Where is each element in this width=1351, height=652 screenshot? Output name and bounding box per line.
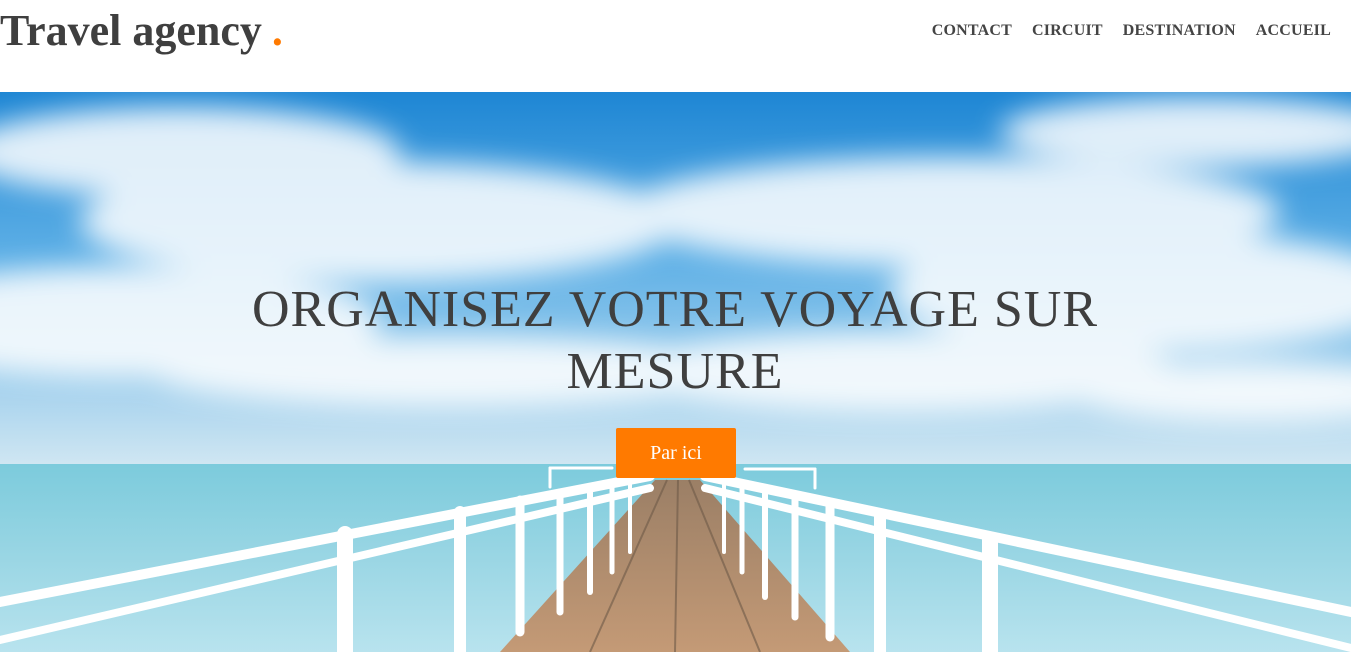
hero-title: ORGANISEZ VOTRE VOYAGE SUR MESURE <box>251 280 1098 400</box>
nav-item-destination[interactable]: DESTINATION <box>1123 20 1236 42</box>
logo-text: Travel agency <box>0 6 262 55</box>
cta-button[interactable]: Par ici <box>616 428 736 478</box>
logo-dot: . <box>271 6 283 55</box>
nav-item-contact[interactable]: CONTACT <box>932 20 1012 42</box>
main-nav: CONTACT CIRCUIT DESTINATION ACCUEIL <box>932 20 1331 42</box>
site-header: Travel agency. CONTACT CIRCUIT DESTINATI… <box>0 0 1351 92</box>
site-logo[interactable]: Travel agency. <box>0 5 283 57</box>
nav-item-accueil[interactable]: ACCUEIL <box>1256 20 1331 42</box>
hero-banner: ORGANISEZ VOTRE VOYAGE SUR MESURE Par ic… <box>0 92 1351 652</box>
nav-item-circuit[interactable]: CIRCUIT <box>1032 20 1103 42</box>
